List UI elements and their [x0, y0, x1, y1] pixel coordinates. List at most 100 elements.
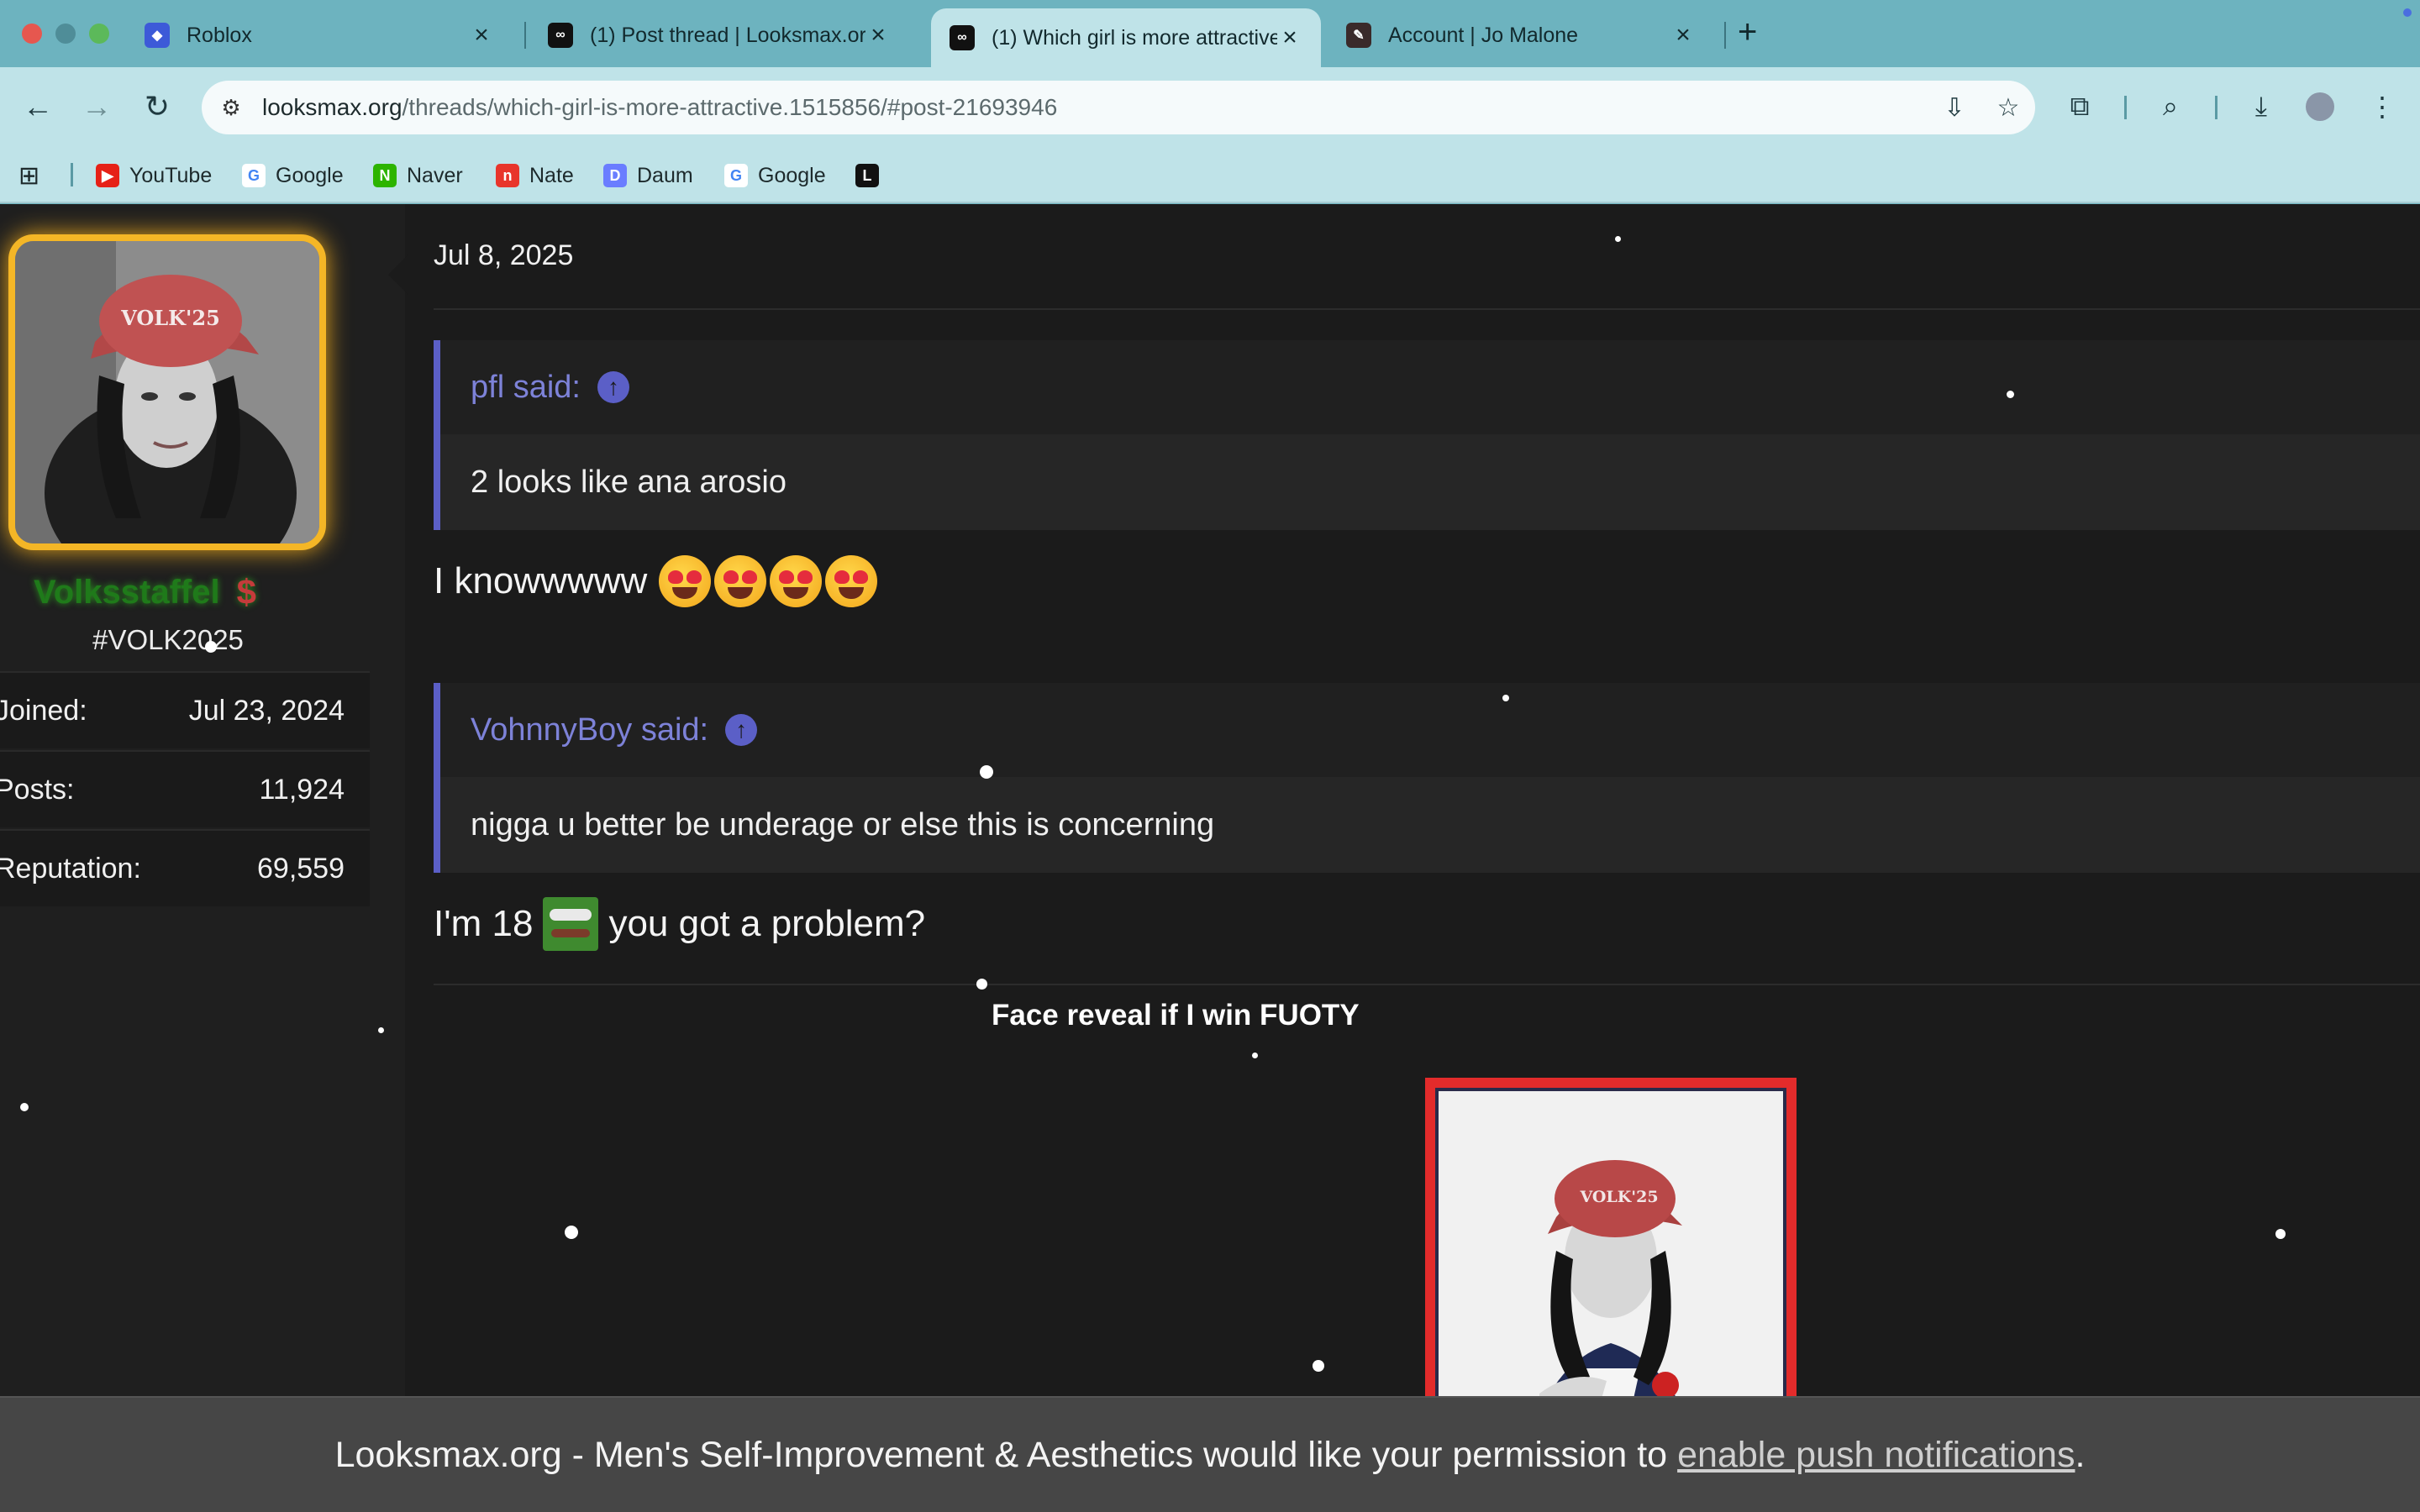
url-host: looksmax.org — [262, 94, 402, 120]
naver-icon: N — [373, 164, 397, 187]
looksmax-icon: ∞ — [548, 23, 573, 48]
profile-avatar[interactable] — [2306, 92, 2334, 121]
url-text[interactable]: looksmax.org/threads/which-girl-is-more-… — [262, 94, 1057, 121]
stat-label: Posts: — [0, 773, 75, 806]
snow-particle — [980, 765, 993, 779]
browser-chrome: ◆ Roblox × ∞ (1) Post thread | Looksmax.… — [0, 0, 2420, 204]
dollar-badge-icon: $ — [236, 572, 256, 612]
stat-posts: Posts: 11,924 — [0, 750, 370, 827]
stat-label: Reputation: — [0, 852, 141, 885]
maximize-window-button[interactable] — [89, 24, 109, 44]
enable-push-notifications-link[interactable]: enable push notifications — [1677, 1435, 2075, 1476]
bookmarks-bar: ⊞ ▶ YouTube G Google N Naver n Nate D Da… — [0, 146, 2420, 203]
close-icon[interactable]: × — [1277, 24, 1302, 52]
post-pointer-arrow — [388, 255, 408, 295]
push-notification-prompt: Looksmax.org - Men's Self-Improvement & … — [0, 1396, 2420, 1512]
daum-icon: D — [603, 164, 627, 187]
emoji-group — [655, 555, 878, 607]
toolbar-separator — [2215, 96, 2217, 119]
bookmark-google[interactable]: G Google — [242, 161, 344, 190]
bookmark-l[interactable]: L — [855, 161, 889, 190]
bookmark-label: Daum — [637, 163, 693, 187]
snow-particle — [2275, 1229, 2286, 1239]
apps-grid-icon[interactable]: ⊞ — [18, 161, 39, 190]
back-button[interactable]: ← — [17, 86, 59, 128]
quote-header[interactable]: VohnnyBoy said: ↑ — [440, 683, 2420, 777]
menu-kebab-icon[interactable]: ⋮ — [2361, 86, 2403, 128]
notification-dot — [2403, 8, 2412, 17]
user-avatar[interactable]: VOLK'25 — [8, 234, 326, 550]
bookmark-label: Naver — [407, 163, 463, 187]
bookmark-naver[interactable]: N Naver — [373, 161, 463, 190]
stat-value: 69,559 — [257, 852, 345, 885]
google-icon: G — [724, 164, 748, 187]
snow-particle — [976, 979, 987, 990]
quote-block: pfl said: ↑ 2 looks like ana arosio — [434, 340, 2420, 530]
reply-text: I knowwwww — [434, 552, 878, 611]
bookmark-label: Google — [276, 163, 344, 187]
nate-icon: n — [496, 164, 519, 187]
toolbar-separator — [2124, 96, 2127, 119]
tab-title: (1) Which girl is more attractive — [992, 25, 1277, 50]
stat-joined: Joined: Jul 23, 2024 — [0, 671, 370, 748]
heart-eyes-emoji-icon — [770, 555, 823, 607]
snow-particle — [1502, 695, 1509, 701]
quote-author[interactable]: VohnnyBoy said: — [471, 712, 708, 748]
extensions-icon[interactable]: ⧉ — [2059, 86, 2101, 128]
reload-button[interactable]: ↻ — [136, 86, 178, 128]
poster-cap-text: VOLK'25 — [1579, 1188, 1658, 1206]
snow-particle — [1252, 1053, 1258, 1058]
stat-value: 11,924 — [259, 773, 345, 806]
notification-text: Looksmax.org - Men's Self-Improvement & … — [334, 1434, 1668, 1475]
bookmark-nate[interactable]: n Nate — [496, 161, 574, 190]
image-caption: Face reveal if I win FUOTY — [992, 999, 1360, 1032]
close-icon[interactable]: × — [469, 21, 494, 50]
avatar-cap-text: VOLK'25 — [120, 306, 220, 330]
notification-suffix: . — [2075, 1434, 2086, 1475]
close-window-button[interactable] — [22, 24, 42, 44]
username[interactable]: Volksstaffel $ — [34, 572, 256, 612]
tab-post-thread[interactable]: ∞ (1) Post thread | Looksmax.org × — [529, 8, 909, 62]
new-tab-button[interactable]: + — [1738, 13, 1757, 51]
bookmark-youtube[interactable]: ▶ YouTube — [96, 161, 212, 190]
install-app-icon[interactable]: ⇩ — [1934, 87, 1975, 128]
heart-eyes-emoji-icon — [714, 555, 767, 607]
avatar-image: VOLK'25 — [15, 241, 319, 543]
divider — [434, 308, 2420, 310]
heart-eyes-emoji-icon — [825, 555, 878, 607]
close-icon[interactable]: × — [1670, 21, 1696, 50]
quote-header[interactable]: pfl said: ↑ — [440, 340, 2420, 434]
looksmax-icon: ∞ — [950, 25, 975, 50]
lens-search-icon[interactable]: ⌕ — [2149, 86, 2191, 128]
l-icon: L — [855, 164, 879, 187]
divider — [434, 984, 2420, 985]
post-date[interactable]: Jul 8, 2025 — [434, 239, 573, 272]
bookmark-label: Google — [758, 163, 826, 187]
snow-particle — [1615, 236, 1621, 242]
reply-line: you got a problem? — [608, 903, 926, 944]
toolbar: ← → ↻ ⚙ looksmax.org/threads/which-girl-… — [0, 67, 2420, 146]
snow-particle — [378, 1027, 384, 1033]
reply-text: I'm 18 you got a problem? — [434, 895, 925, 953]
close-icon[interactable]: × — [865, 21, 891, 50]
downloads-icon[interactable]: ⤓ — [2240, 86, 2282, 128]
forward-button[interactable]: → — [76, 86, 118, 128]
username-text: Volksstaffel — [34, 573, 220, 611]
bookmark-daum[interactable]: D Daum — [603, 161, 693, 190]
quote-author[interactable]: pfl said: — [471, 370, 581, 406]
post-user-sidebar: VOLK'25 Volksstaffel $ #VOLK2025 Joined:… — [0, 204, 405, 1512]
site-info-icon[interactable]: ⚙ — [210, 87, 252, 129]
tab-title: Account | Jo Malone — [1388, 23, 1579, 47]
address-bar[interactable]: ⚙ looksmax.org/threads/which-girl-is-mor… — [202, 81, 2035, 134]
tab-which-girl[interactable]: ∞ (1) Which girl is more attractive × — [931, 8, 1321, 67]
minimize-window-button[interactable] — [55, 24, 76, 44]
google-icon: G — [242, 164, 266, 187]
arrow-up-icon[interactable]: ↑ — [725, 714, 758, 746]
arrow-up-icon[interactable]: ↑ — [597, 371, 629, 403]
tab-roblox[interactable]: ◆ Roblox × — [126, 8, 513, 62]
bookmark-star-icon[interactable]: ☆ — [1988, 87, 2028, 128]
tab-jo-malone[interactable]: ✎ Account | Jo Malone × — [1328, 8, 1714, 62]
roblox-icon: ◆ — [145, 23, 170, 48]
quote-text: nigga u better be underage or else this … — [440, 777, 2420, 873]
bookmark-google-2[interactable]: G Google — [724, 161, 826, 190]
